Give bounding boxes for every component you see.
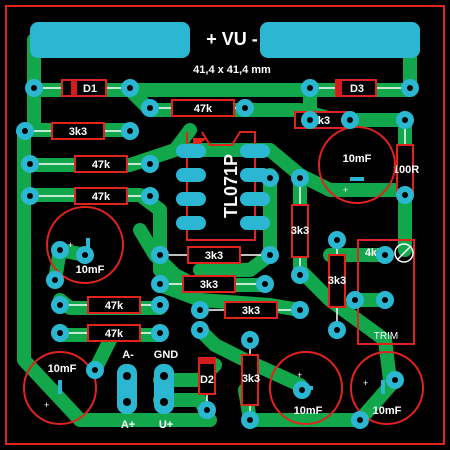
- pad-hole: [297, 307, 303, 313]
- r-mid2-label: 3k3: [200, 279, 218, 291]
- r-mid3-label: 3k3: [242, 305, 260, 317]
- pad-hole: [242, 105, 248, 111]
- pad-hole: [57, 302, 63, 308]
- pad-hole: [147, 161, 153, 167]
- c-bottom-right-plus: +: [363, 378, 368, 388]
- pad-hole: [147, 193, 153, 199]
- pad-hole: [392, 377, 398, 383]
- r-vert1-label: 3k3: [291, 225, 309, 237]
- pad-hole: [92, 367, 98, 373]
- r-mid1-label: 3k3: [205, 250, 223, 262]
- pad-hole: [307, 85, 313, 91]
- r-left3-label: 47k: [92, 191, 111, 203]
- connector-pads: [117, 364, 174, 414]
- capacitor-c-bottom-left: 10mF +: [23, 351, 97, 425]
- label-a-minus: A-: [122, 349, 134, 361]
- pad-hole: [52, 277, 58, 283]
- label-a-plus: A+: [121, 419, 135, 431]
- c-left-label: 10mF: [76, 264, 105, 276]
- pad-hole: [197, 327, 203, 333]
- pad-hole: [22, 128, 28, 134]
- r-top-label: 47k: [194, 103, 213, 115]
- c-bottom-left-plus: +: [44, 400, 49, 410]
- pad-hole: [334, 327, 340, 333]
- pad-hole: [297, 272, 303, 278]
- pad-hole: [57, 247, 63, 253]
- pad-hole: [197, 307, 203, 313]
- pad-hole: [352, 297, 358, 303]
- pad-hole: [334, 237, 340, 243]
- pad-hole: [267, 175, 273, 181]
- pad-hole: [157, 302, 163, 308]
- r-left4-label: 47k: [105, 300, 124, 312]
- r-left2-label: 47k: [92, 159, 111, 171]
- label-gnd: GND: [154, 349, 179, 361]
- pad-hole: [147, 105, 153, 111]
- c-bottom-right-label: 10mF: [373, 405, 402, 417]
- c-top-right-plus: +: [343, 185, 348, 195]
- pcb-board: + VU - 41,4 x 41,4 mm TL071P D1 D3 D2 47…: [5, 5, 445, 445]
- r-left1-label: 3k3: [69, 126, 87, 138]
- d1-label: D1: [83, 83, 97, 95]
- pad-hole: [357, 417, 363, 423]
- pad-hole: [127, 85, 133, 91]
- pad-hole: [27, 193, 33, 199]
- pad-hole: [57, 330, 63, 336]
- r-vert2-label: 3k3: [328, 275, 346, 287]
- pad-hole: [297, 175, 303, 181]
- pad-hole: [127, 128, 133, 134]
- pad-hole: [27, 161, 33, 167]
- pad-hole: [82, 252, 88, 258]
- pad-hole: [402, 117, 408, 123]
- pad-hole: [307, 117, 313, 123]
- c-bottom-mid-plus: +: [297, 370, 302, 380]
- pad-hole: [262, 281, 268, 287]
- r-bottom-label: 3k3: [242, 373, 260, 385]
- label-u-plus: U+: [159, 419, 173, 431]
- c-bottom-mid-label: 10mF: [294, 405, 323, 417]
- ic-label: TL071P: [221, 154, 241, 218]
- header-label: + VU -: [206, 29, 258, 49]
- pad-hole: [299, 387, 305, 393]
- pad-hole: [157, 330, 163, 336]
- pad-hole: [382, 252, 388, 258]
- r-left5-label: 47k: [105, 328, 124, 340]
- pad-hole: [382, 297, 388, 303]
- pad-hole: [247, 417, 253, 423]
- pad-hole: [347, 117, 353, 123]
- r-right-label: 100R: [393, 164, 419, 176]
- pad-hole: [157, 252, 163, 258]
- trimmer-label: TRIM: [374, 331, 398, 342]
- c-top-right-label: 10mF: [343, 153, 372, 165]
- pad-hole: [267, 252, 273, 258]
- pad-hole: [157, 281, 163, 287]
- pad-hole: [247, 337, 253, 343]
- d3-label: D3: [350, 83, 364, 95]
- c-bottom-left-label: 10mF: [48, 363, 77, 375]
- pad-hole: [407, 85, 413, 91]
- pad-hole: [402, 192, 408, 198]
- pad-hole: [204, 407, 210, 413]
- pad-hole: [31, 85, 37, 91]
- board-dimensions: 41,4 x 41,4 mm: [193, 64, 271, 76]
- d2-label: D2: [200, 374, 214, 386]
